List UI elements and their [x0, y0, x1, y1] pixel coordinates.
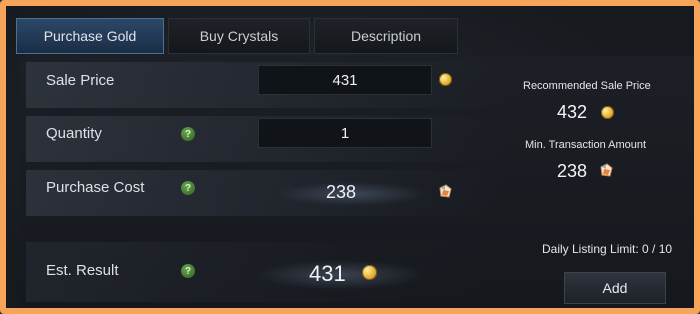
sale-price-label: Sale Price — [46, 72, 115, 89]
min-transaction-title: Min. Transaction Amount — [525, 139, 647, 151]
recommended-price-value: 432 — [557, 102, 588, 122]
crystal-icon — [600, 163, 613, 177]
est-result-value: 431 — [309, 261, 346, 286]
tab-purchase-gold[interactable]: Purchase Gold — [16, 18, 164, 54]
add-button[interactable]: Add — [564, 272, 666, 304]
crystal-icon — [439, 184, 452, 198]
purchase-cost-value: 238 — [326, 182, 357, 202]
est-result-help-icon[interactable]: ? — [181, 264, 195, 278]
quantity-input[interactable]: 1 — [258, 118, 432, 148]
daily-listing-limit: Daily Listing Limit: 0 / 10 — [542, 242, 673, 256]
purchase-cost-help-icon[interactable]: ? — [181, 181, 195, 195]
tab-buy-crystals[interactable]: Buy Crystals — [168, 18, 310, 54]
gold-coin-icon — [362, 265, 377, 280]
quantity-label: Quantity — [46, 125, 102, 142]
purchase-dialog: Purchase Gold Buy Crystals Description S… — [0, 0, 700, 314]
gold-coin-icon — [439, 73, 452, 86]
est-result-label: Est. Result — [46, 262, 119, 279]
purchase-cost-label: Purchase Cost — [46, 179, 145, 196]
gold-coin-icon — [601, 106, 614, 119]
recommended-price-title: Recommended Sale Price — [523, 80, 651, 92]
sale-price-input[interactable]: 431 — [258, 65, 432, 95]
min-transaction-value: 238 — [557, 161, 588, 181]
tab-description[interactable]: Description — [314, 18, 458, 54]
quantity-help-icon[interactable]: ? — [181, 127, 195, 141]
